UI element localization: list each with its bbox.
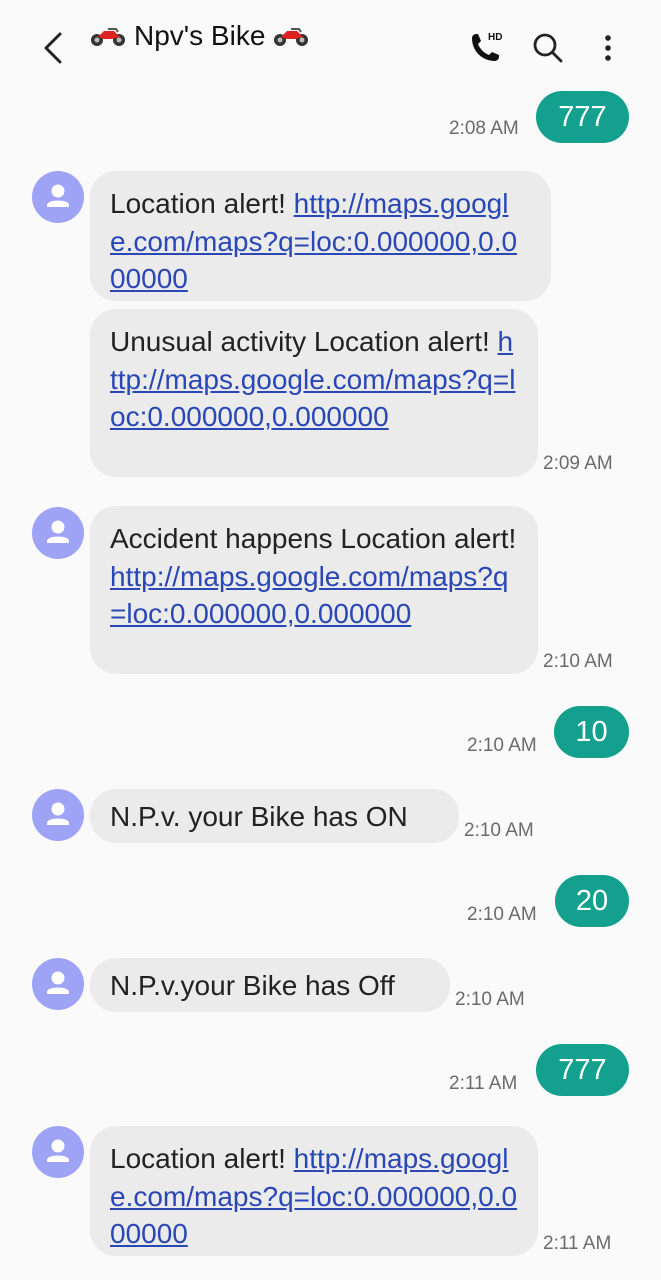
search-button[interactable]	[530, 30, 566, 66]
received-message-bubble[interactable]: Location alert! http://maps.google.com/m…	[90, 171, 551, 301]
message-timestamp: 2:08 AM	[449, 118, 519, 139]
received-message-bubble[interactable]: N.P.v.your Bike has Off	[90, 958, 450, 1012]
message-link[interactable]: http://maps.google.com/maps?q=loc:0.0000…	[110, 561, 508, 630]
hd-voice-call-icon: HD	[472, 32, 502, 61]
more-options-icon	[605, 35, 611, 61]
message-timestamp: 2:09 AM	[543, 453, 613, 474]
message-text: Location alert!	[110, 1143, 294, 1174]
message-text: Accident happens Location alert!	[110, 523, 517, 554]
person-icon	[47, 802, 69, 825]
received-message-bubble[interactable]: Accident happens Location alert! http://…	[90, 506, 538, 674]
contact-avatar[interactable]	[32, 507, 84, 559]
received-message-bubble[interactable]: Unusual activity Location alert! http://…	[90, 309, 538, 477]
svg-text:HD: HD	[488, 32, 502, 43]
sent-message-bubble[interactable]: 10	[554, 706, 629, 758]
message-text: N.P.v.your Bike has Off	[110, 970, 395, 1001]
conversation-title[interactable]: Npv's Bike	[90, 16, 309, 56]
more-options-button[interactable]	[596, 30, 620, 66]
message-timestamp: 2:10 AM	[464, 820, 534, 841]
sent-message-bubble[interactable]: 777	[536, 91, 629, 143]
message-timestamp: 2:10 AM	[467, 735, 537, 756]
back-arrow-icon	[44, 32, 62, 64]
contact-avatar[interactable]	[32, 789, 84, 841]
message-timestamp: 2:11 AM	[543, 1233, 612, 1254]
contact-name: Npv's Bike	[134, 20, 266, 51]
sent-message-bubble[interactable]: 777	[536, 1044, 629, 1096]
motorcycle-emoji-icon	[274, 28, 309, 46]
person-icon	[47, 971, 69, 994]
message-timestamp: 2:10 AM	[467, 904, 537, 925]
hd-voice-call-button[interactable]: HD	[466, 28, 506, 68]
message-text: Unusual activity Location alert!	[110, 326, 498, 357]
person-icon	[47, 520, 69, 543]
received-message-bubble[interactable]: N.P.v. your Bike has ON	[90, 789, 459, 843]
motorcycle-emoji-icon	[91, 28, 125, 46]
message-text: N.P.v. your Bike has ON	[110, 801, 408, 832]
message-timestamp: 2:11 AM	[449, 1073, 518, 1094]
contact-avatar[interactable]	[32, 1126, 84, 1178]
message-timestamp: 2:10 AM	[455, 989, 525, 1010]
message-text: Location alert!	[110, 188, 294, 219]
received-message-bubble[interactable]: Location alert! http://maps.google.com/m…	[90, 1126, 538, 1256]
message-timestamp: 2:10 AM	[543, 651, 613, 672]
contact-avatar[interactable]	[32, 171, 84, 223]
person-icon	[47, 1139, 69, 1162]
conversation-header: Npv's Bike HD	[0, 0, 661, 92]
search-icon	[533, 33, 563, 63]
sent-message-bubble[interactable]: 20	[555, 875, 629, 927]
person-icon	[47, 184, 69, 207]
back-button[interactable]	[38, 28, 74, 68]
contact-avatar[interactable]	[32, 958, 84, 1010]
